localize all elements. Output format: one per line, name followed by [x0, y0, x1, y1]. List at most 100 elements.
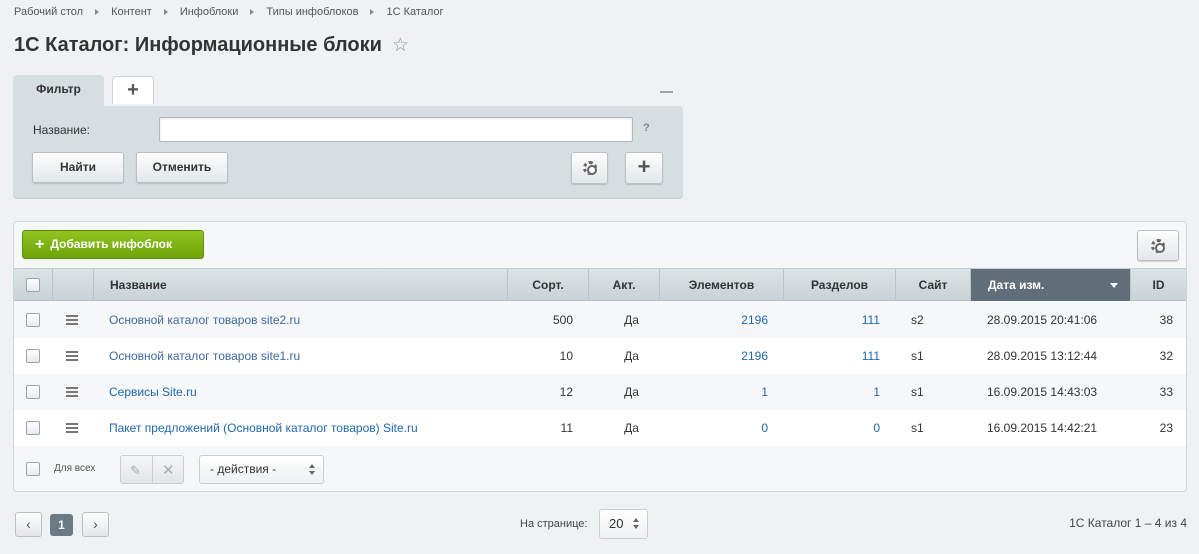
- sort-desc-icon: [1110, 283, 1118, 288]
- list-settings-button[interactable]: [1137, 230, 1179, 261]
- for-all-checkbox[interactable]: [26, 462, 40, 476]
- cell-elements-link[interactable]: 2196: [660, 302, 768, 338]
- prev-page-button[interactable]: ‹: [15, 512, 42, 537]
- breadcrumb-item-desktop[interactable]: Рабочий стол: [14, 6, 83, 18]
- cancel-button[interactable]: Отменить: [136, 152, 228, 183]
- cell-sort: 11: [560, 421, 573, 435]
- cell-site: s2: [911, 313, 924, 327]
- page-title: 1С Каталог: Информационные блоки: [14, 34, 382, 56]
- iblock-name-link[interactable]: Сервисы Site.ru: [109, 374, 197, 410]
- breadcrumb: Рабочий стол Контент Инфоблоки Типы инфо…: [14, 6, 444, 18]
- breadcrumb-item-iblocks[interactable]: Инфоблоки: [180, 6, 239, 18]
- cell-sections-link[interactable]: 1: [784, 374, 880, 410]
- row-menu-icon[interactable]: [66, 423, 78, 433]
- cell-site: s1: [911, 421, 924, 435]
- table-row: Сервисы Site.ru 12 Да 1 1 s1 16.09.2015 …: [14, 374, 1186, 410]
- current-page[interactable]: 1: [50, 514, 73, 536]
- iblock-name-link[interactable]: Основной каталог товаров site2.ru: [109, 302, 300, 338]
- collapse-filter-icon[interactable]: [660, 91, 673, 93]
- column-header-name[interactable]: Название: [94, 269, 508, 301]
- tab-filter[interactable]: Фильтр: [13, 75, 104, 107]
- add-iblock-button[interactable]: + Добавить инфоблок: [22, 230, 204, 259]
- help-icon[interactable]: ?: [643, 122, 650, 134]
- actions-select-value: - действия -: [210, 462, 277, 476]
- add-filter-tab-button[interactable]: +: [112, 76, 154, 104]
- cell-sort: 12: [559, 385, 573, 399]
- edit-delete-group: ✎ ✕: [120, 455, 184, 484]
- cell-date: 28.09.2015 20:41:06: [987, 313, 1098, 327]
- gear-icon: [1151, 238, 1165, 253]
- per-page-label: На странице:: [520, 518, 588, 530]
- row-checkbox[interactable]: [26, 421, 40, 435]
- favorite-star-icon[interactable]: ☆: [392, 36, 409, 55]
- cell-id: 38: [1159, 313, 1173, 327]
- row-checkbox[interactable]: [26, 313, 40, 327]
- table-row: Основной каталог товаров site2.ru 500 Да…: [14, 302, 1186, 338]
- select-all-checkbox[interactable]: [26, 278, 40, 292]
- plus-icon: +: [35, 236, 45, 253]
- cell-sections-link[interactable]: 111: [784, 338, 880, 374]
- per-page-value: 20: [609, 516, 624, 531]
- filter-name-input[interactable]: [159, 117, 633, 142]
- cell-sort: 10: [559, 349, 573, 363]
- table-row: Пакет предложений (Основной каталог това…: [14, 410, 1186, 446]
- column-header-active[interactable]: Акт.: [589, 269, 660, 301]
- title-row: 1С Каталог: Информационные блоки ☆: [14, 34, 409, 57]
- header-checkbox-cell: [14, 269, 53, 301]
- cell-site: s1: [911, 349, 924, 363]
- actions-select[interactable]: - действия -: [199, 455, 324, 484]
- breadcrumb-separator-icon: [95, 9, 100, 15]
- next-page-button[interactable]: ›: [82, 512, 109, 537]
- iblock-list: + Добавить инфоблок Название Сорт. Акт. Э…: [13, 221, 1187, 492]
- for-all-label: Для всех: [54, 463, 96, 474]
- cell-sections-link[interactable]: 0: [784, 410, 880, 446]
- row-menu-icon[interactable]: [66, 315, 78, 325]
- edit-pencil-icon[interactable]: ✎: [130, 463, 141, 479]
- cell-id: 32: [1159, 349, 1173, 363]
- column-header-date[interactable]: Дата изм.: [971, 269, 1131, 301]
- find-button[interactable]: Найти: [32, 152, 124, 183]
- header-actions-cell: [53, 269, 94, 301]
- column-header-id[interactable]: ID: [1131, 269, 1186, 301]
- column-header-date-label: Дата изм.: [988, 278, 1045, 292]
- table-row: Основной каталог товаров site1.ru 10 Да …: [14, 338, 1186, 374]
- column-header-sections[interactable]: Разделов: [784, 269, 896, 301]
- column-header-site[interactable]: Сайт: [896, 269, 971, 301]
- cell-date: 28.09.2015 13:12:44: [987, 349, 1098, 363]
- navigation-summary: 1С Каталог 1 – 4 из 4: [1069, 516, 1187, 530]
- iblock-name-link[interactable]: Пакет предложений (Основной каталог това…: [109, 410, 418, 446]
- iblock-name-link[interactable]: Основной каталог товаров site1.ru: [109, 338, 300, 374]
- per-page-select[interactable]: 20: [599, 509, 648, 539]
- delete-x-icon[interactable]: ✕: [162, 461, 175, 479]
- cell-date: 16.09.2015 14:42:21: [987, 421, 1098, 435]
- breadcrumb-item-catalog[interactable]: 1С Каталог: [386, 6, 443, 18]
- filter-panel: Название: ? Найти Отменить +: [13, 106, 683, 199]
- gear-icon: [582, 161, 597, 175]
- column-header-sort[interactable]: Сорт.: [508, 269, 589, 301]
- cell-elements-link[interactable]: 2196: [660, 338, 768, 374]
- cell-elements-link[interactable]: 0: [660, 410, 768, 446]
- row-menu-icon[interactable]: [66, 351, 78, 361]
- breadcrumb-separator-icon: [250, 9, 255, 15]
- breadcrumb-item-iblock-types[interactable]: Типы инфоблоков: [266, 6, 358, 18]
- row-checkbox[interactable]: [26, 349, 40, 363]
- row-menu-icon[interactable]: [66, 387, 78, 397]
- row-checkbox[interactable]: [26, 385, 40, 399]
- cell-id: 33: [1159, 385, 1173, 399]
- column-header-elements[interactable]: Элементов: [660, 269, 784, 301]
- cell-id: 23: [1159, 421, 1173, 435]
- cell-date: 16.09.2015 14:43:03: [987, 385, 1098, 399]
- cell-sort: 500: [552, 313, 573, 327]
- select-updown-icon: [309, 464, 315, 475]
- select-updown-icon: [633, 518, 639, 529]
- group-actions-bar: Для всех ✎ ✕ - действия -: [14, 446, 1186, 492]
- cell-sections-link[interactable]: 111: [784, 302, 880, 338]
- breadcrumb-separator-icon: [370, 9, 375, 15]
- divider: [152, 456, 153, 483]
- cell-elements-link[interactable]: 1: [660, 374, 768, 410]
- add-filter-field-button[interactable]: +: [625, 152, 663, 184]
- filter-settings-button[interactable]: [571, 152, 608, 184]
- breadcrumb-item-content[interactable]: Контент: [111, 6, 152, 18]
- cell-site: s1: [911, 385, 924, 399]
- table-header: Название Сорт. Акт. Элементов Разделов С…: [14, 268, 1186, 301]
